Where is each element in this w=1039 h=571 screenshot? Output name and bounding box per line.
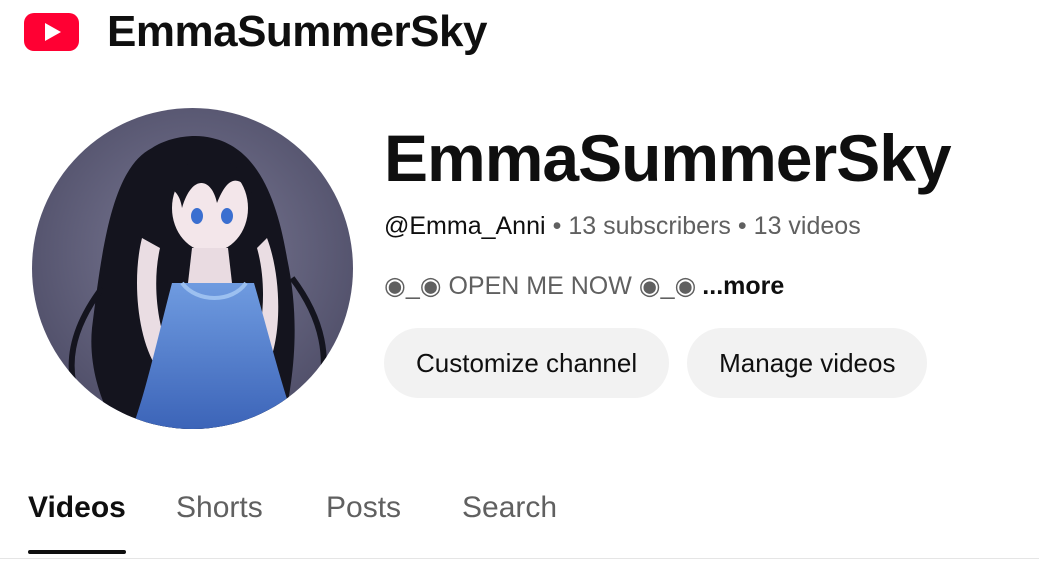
channel-name: EmmaSummerSky [384, 121, 952, 195]
description-text: ◉_◉ OPEN ME NOW ◉_◉ [384, 272, 697, 300]
tab-shorts[interactable]: Shorts [176, 488, 263, 528]
subscriber-count: 13 subscribers [568, 212, 731, 240]
meta-separator: • [552, 212, 562, 240]
more-link[interactable]: ...more [702, 272, 784, 300]
channel-actions: Customize channel Manage videos [384, 328, 1024, 398]
top-bar: EmmaSummerSky [24, 8, 487, 56]
meta-separator: • [737, 212, 747, 240]
active-tab-indicator [28, 550, 126, 554]
tab-search[interactable]: Search [462, 488, 557, 528]
channel-tabs: Videos Shorts Posts Search [0, 470, 1039, 559]
header-title: EmmaSummerSky [107, 7, 487, 56]
tab-posts[interactable]: Posts [326, 488, 401, 528]
channel-avatar[interactable] [32, 108, 353, 429]
channel-meta: @Emma_Anni • 13 subscribers • 13 videos [384, 210, 1024, 242]
manage-videos-button[interactable]: Manage videos [687, 328, 928, 398]
customize-channel-button[interactable]: Customize channel [384, 328, 670, 398]
channel-info: EmmaSummerSky @Emma_Anni • 13 subscribers •… [384, 120, 1024, 398]
avatar-illustration [32, 108, 353, 429]
youtube-logo-icon[interactable] [24, 13, 79, 51]
video-count: 13 videos [753, 212, 861, 240]
channel-description[interactable]: ◉_◉ OPEN ME NOW ◉_◉ ...more [384, 270, 1024, 302]
channel-handle: @Emma_Anni [384, 212, 546, 240]
tab-videos[interactable]: Videos [28, 488, 126, 528]
